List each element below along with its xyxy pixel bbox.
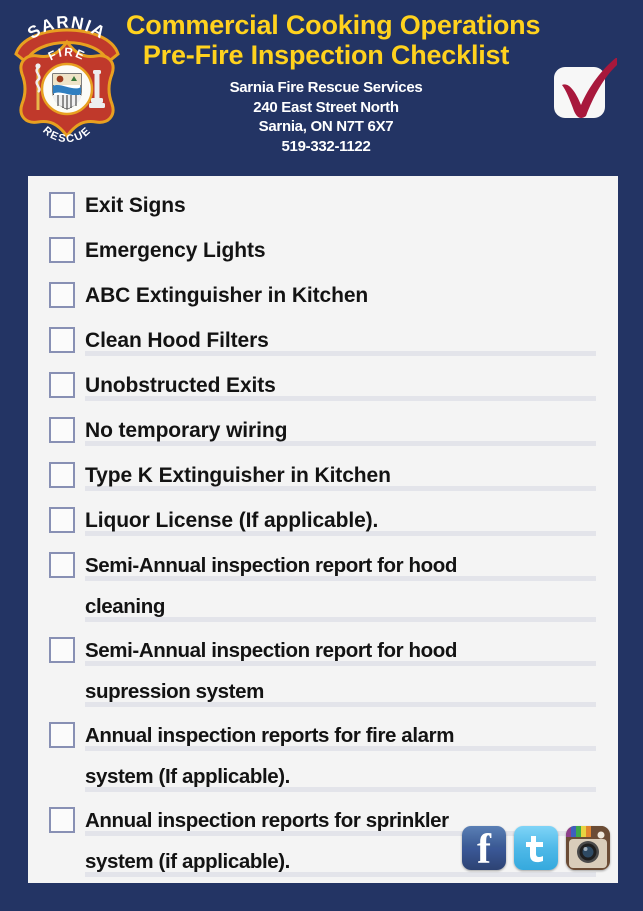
- checkbox-emergency-lights[interactable]: [49, 237, 75, 263]
- agency-name: Sarnia Fire Rescue Services: [229, 79, 423, 96]
- checklist-row[interactable]: No temporary wiring: [28, 411, 618, 451]
- checkbox-liquor-license[interactable]: [49, 507, 75, 533]
- checkbox-no-temporary-wiring[interactable]: [49, 417, 75, 443]
- street-address: 240 East Street North: [253, 98, 399, 116]
- checklist-label: Emergency Lights: [85, 239, 266, 262]
- checkbox-type-k-extinguisher[interactable]: [49, 462, 75, 488]
- checklist-row[interactable]: Exit Signs: [28, 186, 618, 226]
- checklist-row[interactable]: Liquor License (If applicable).: [28, 501, 618, 541]
- checklist-row[interactable]: Emergency Lights: [28, 231, 618, 271]
- checklist-label: Liquor License (If applicable).: [85, 509, 379, 532]
- checkbox-exit-signs[interactable]: [49, 192, 75, 218]
- city-province-postal: Sarnia, ON N7T 6X7: [258, 118, 394, 135]
- checklist-row[interactable]: Annual inspection reports for sprinkler …: [28, 801, 618, 882]
- checklist-label: Annual inspection reports for fire alarm: [85, 724, 455, 747]
- checklist-label-continued: cleaning: [85, 594, 165, 618]
- checklist: Exit Signs Emergency Lights ABC Extingui…: [28, 176, 618, 882]
- checklist-label: Clean Hood Filters: [85, 329, 269, 352]
- checklist-row[interactable]: Clean Hood Filters: [28, 321, 618, 361]
- checkbox-sprinkler-report[interactable]: [49, 807, 75, 833]
- checklist-row[interactable]: Semi-Annual inspection report for hood s…: [28, 631, 618, 712]
- title-line-1: Commercial Cooking Operations: [126, 10, 541, 40]
- checklist-label: Unobstructed Exits: [85, 374, 276, 397]
- checklist-row[interactable]: ABC Extinguisher in Kitchen: [28, 276, 618, 316]
- checklist-label: No temporary wiring: [85, 419, 288, 442]
- checklist-label: Exit Signs: [85, 194, 186, 217]
- checklist-label: Type K Extinguisher in Kitchen: [85, 464, 391, 487]
- phone-number: 519-332-1122: [281, 137, 371, 155]
- checkbox-fire-alarm-report[interactable]: [49, 722, 75, 748]
- checklist-row[interactable]: Annual inspection reports for fire alarm…: [28, 716, 618, 797]
- checklist-label-continued: system (If applicable).: [85, 764, 290, 788]
- page-title: Commercial Cooking Operations Pre-Fire I…: [126, 10, 541, 70]
- page-header: SARNIA FIRE RESCUE Commercial Cooking Op…: [0, 0, 643, 176]
- checkbox-abc-extinguisher[interactable]: [49, 282, 75, 308]
- checklist-label: ABC Extinguisher in Kitchen: [85, 284, 369, 307]
- sarnia-fire-rescue-crest-logo: SARNIA FIRE RESCUE: [8, 6, 126, 154]
- checklist-label: Annual inspection reports for sprinkler: [85, 809, 449, 832]
- checklist-label-continued: system (if applicable).: [85, 849, 290, 873]
- checkmark-logo: [551, 57, 617, 124]
- checklist-label: Semi-Annual inspection report for hood: [85, 639, 458, 662]
- checklist-row[interactable]: Semi-Annual inspection report for hood c…: [28, 546, 618, 627]
- checkbox-hood-suppression-report[interactable]: [49, 637, 75, 663]
- checklist-label: Semi-Annual inspection report for hood: [85, 554, 458, 577]
- checkbox-hood-cleaning-report[interactable]: [49, 552, 75, 578]
- checkbox-clean-hood-filters[interactable]: [49, 327, 75, 353]
- agency-address-block: Sarnia Fire Rescue Services 240 East Str…: [126, 78, 526, 156]
- checklist-label-continued: supression system: [85, 679, 264, 703]
- checklist-panel: Exit Signs Emergency Lights ABC Extingui…: [28, 176, 618, 883]
- title-line-2: Pre-Fire Inspection Checklist: [142, 40, 510, 70]
- checklist-row[interactable]: Unobstructed Exits: [28, 366, 618, 406]
- checklist-row[interactable]: Type K Extinguisher in Kitchen: [28, 456, 618, 496]
- checkbox-unobstructed-exits[interactable]: [49, 372, 75, 398]
